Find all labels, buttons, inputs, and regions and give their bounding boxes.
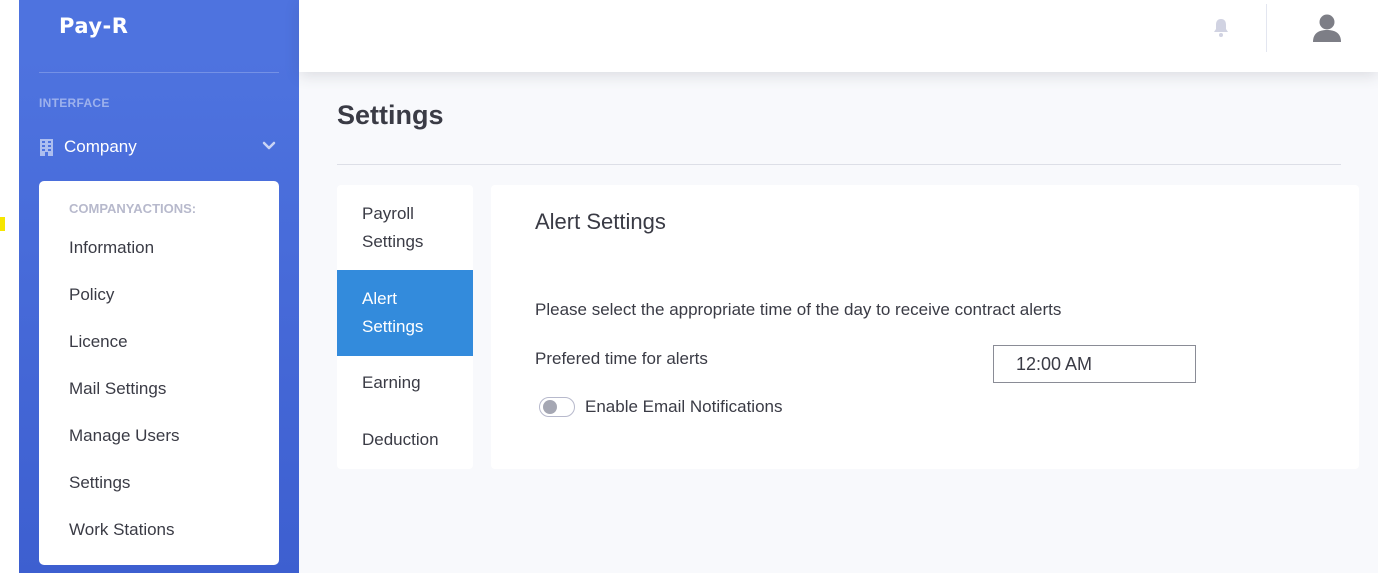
left-strip [0,0,19,573]
time-label: Prefered time for alerts [535,349,708,368]
tab-label-line: Settings [362,232,424,251]
menu-item-settings[interactable]: Settings [69,473,130,493]
alert-description: Please select the appropriate time of th… [535,300,1062,319]
tab-label-line: Payroll [362,204,414,223]
tab-payroll-settings[interactable]: Payroll Settings [337,200,473,256]
menu-item-information[interactable]: Information [69,238,154,258]
user-icon[interactable] [1311,12,1343,44]
sidebar: Pay-R INTERFACE Company COMPANYACTIONS: … [19,0,299,573]
menu-item-manage-users[interactable]: Manage Users [69,426,180,446]
topbar-divider [1266,4,1267,52]
tab-label-line: Alert [362,289,397,308]
alert-settings-card: Alert Settings Please select the appropr… [491,185,1359,469]
alert-time-input[interactable] [993,345,1196,383]
menu-item-policy[interactable]: Policy [69,285,114,305]
bell-icon[interactable] [1212,18,1230,38]
company-actions-menu: COMPANYACTIONS: Information Policy Licen… [39,181,279,565]
highlight-marker [0,217,5,231]
chevron-down-icon [262,141,276,150]
toggle-knob [543,400,557,414]
tab-earning[interactable]: Earning [337,369,473,397]
building-icon [40,138,53,156]
menu-item-work-stations[interactable]: Work Stations [69,520,175,540]
email-notifications-toggle[interactable] [539,397,575,417]
company-actions-heading: COMPANYACTIONS: [69,201,197,216]
sidebar-item-company[interactable]: Company [39,132,279,162]
menu-item-licence[interactable]: Licence [69,332,128,352]
page-title: Settings [337,100,444,130]
topbar [299,0,1378,72]
sidebar-heading: INTERFACE [39,96,110,110]
sidebar-item-label: Company [64,137,137,156]
tab-deduction[interactable]: Deduction [337,426,473,454]
email-notifications-label: Enable Email Notifications [585,397,783,416]
tab-label-line: Settings [362,317,424,336]
menu-item-mail-settings[interactable]: Mail Settings [69,379,166,399]
alert-settings-title: Alert Settings [535,209,666,234]
tab-alert-settings[interactable]: Alert Settings [337,270,473,356]
brand-logo[interactable]: Pay-R [59,14,128,38]
sidebar-divider [39,72,279,73]
settings-tabs: Payroll Settings Alert Settings Earning … [337,185,473,469]
title-divider [337,164,1341,165]
